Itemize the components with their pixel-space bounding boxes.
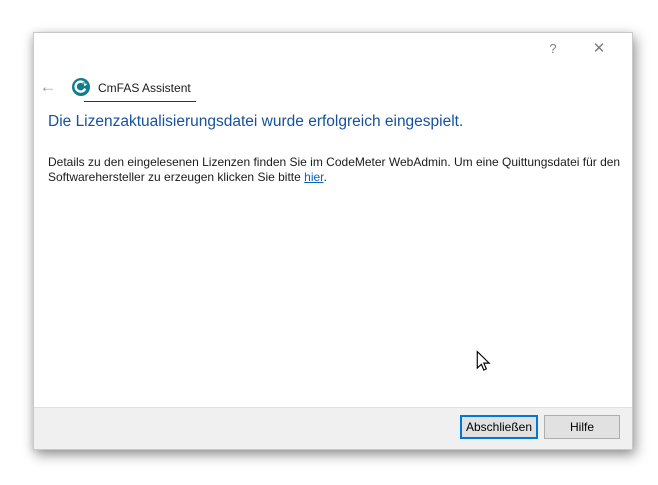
body-line1: Details zu den eingelesenen Lizenzen fin…: [48, 155, 620, 169]
hier-link[interactable]: hier: [304, 170, 323, 184]
body-line2-prefix: Softwarehersteller zu erzeugen klicken S…: [48, 170, 304, 184]
cmfas-wizard-dialog: ? ✕ ← CmFAS Assistent Die Lizenzaktualis…: [33, 32, 633, 450]
titlebar[interactable]: ? ✕: [34, 33, 632, 63]
wizard-title-underline: [84, 101, 196, 102]
page-heading: Die Lizenzaktualisierungsdatei wurde erf…: [48, 113, 608, 131]
close-icon: ✕: [593, 39, 606, 57]
question-mark-icon: ?: [549, 41, 556, 56]
body-text: Details zu den eingelesenen Lizenzen fin…: [48, 155, 623, 185]
body-suffix: .: [324, 170, 327, 184]
codemeter-icon: [72, 78, 90, 96]
back-arrow-icon: ←: [40, 77, 57, 96]
wizard-title: CmFAS Assistent: [98, 81, 191, 95]
footer-bar: Abschließen Hilfe: [34, 407, 632, 449]
desktop-background: { "window": { "help_glyph": "?", "close_…: [0, 0, 658, 485]
titlebar-close-button[interactable]: ✕: [582, 33, 616, 63]
help-button[interactable]: Hilfe: [544, 415, 620, 439]
back-button[interactable]: ←: [38, 77, 58, 97]
finish-button[interactable]: Abschließen: [460, 415, 538, 439]
titlebar-help-button[interactable]: ?: [536, 33, 570, 63]
